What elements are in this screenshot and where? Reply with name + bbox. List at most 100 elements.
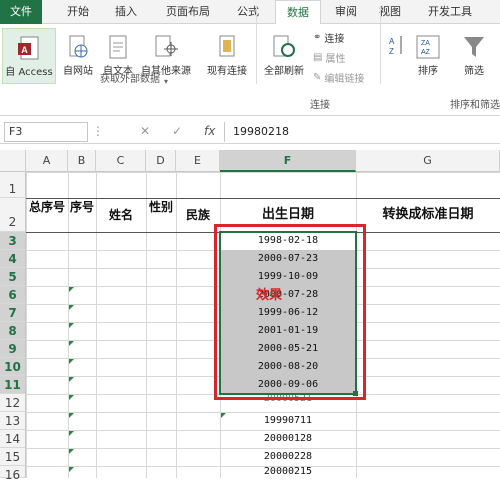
filter-label: 筛选 [464, 66, 484, 77]
tab-formulas[interactable]: 公式 [228, 0, 268, 24]
connections-label: 连接 [324, 34, 345, 45]
tab-page-layout[interactable]: 页面布局 [156, 0, 220, 24]
tab-home[interactable]: 开始 [58, 0, 98, 24]
column-header-e[interactable]: E [176, 150, 220, 172]
refresh-icon [273, 35, 295, 57]
edit-links-label: 编辑链接 [324, 74, 365, 85]
header-total-serial: 总序号 [28, 200, 65, 214]
raw-date-cell[interactable]: 19990711 [220, 412, 356, 430]
tab-insert[interactable]: 插入 [106, 0, 146, 24]
column-header-f[interactable]: F [220, 150, 356, 172]
row-header-5[interactable]: 5 [0, 268, 26, 286]
grid-column-line [26, 172, 27, 478]
more-icon: ⋮ [92, 124, 104, 138]
header-serial: 序号 [69, 200, 94, 214]
error-indicator-icon [69, 431, 74, 436]
error-indicator-icon [221, 413, 226, 418]
row-header-12[interactable]: 12 [0, 394, 26, 412]
error-indicator-icon [69, 341, 74, 346]
raw-date-cell[interactable]: 20000228 [220, 448, 356, 466]
tab-view[interactable]: 视图 [370, 0, 410, 24]
column-header-a[interactable]: A [26, 150, 68, 172]
row-header-2[interactable]: 2 [0, 198, 26, 232]
access-icon: A [18, 36, 39, 60]
svg-text:ZA: ZA [421, 40, 430, 47]
error-indicator-icon [69, 305, 74, 310]
column-header-c[interactable]: C [96, 150, 146, 172]
insert-function-icon[interactable]: fx [204, 124, 215, 138]
properties-button[interactable]: ▤ 属性 [313, 50, 345, 65]
svg-text:Z: Z [389, 47, 394, 56]
svg-text:A: A [389, 37, 395, 46]
tab-data[interactable]: 数据 [275, 0, 321, 25]
tab-file[interactable]: 文件 [0, 0, 42, 24]
ribbon-separator [380, 6, 381, 84]
other-sources-icon [155, 35, 178, 57]
filter-button[interactable]: 筛选 [454, 28, 494, 84]
sort-az-icon: A Z [389, 36, 402, 56]
annotation-label: 效果 [256, 288, 283, 303]
refresh-all-label: 全部刷新 [264, 66, 304, 77]
name-box[interactable]: F3 [4, 122, 88, 142]
sort-button[interactable]: ZA AZ 排序 [412, 28, 444, 84]
existing-connections-icon [219, 35, 235, 57]
edit-links-icon: ✎ [313, 72, 322, 83]
tab-review[interactable]: 审阅 [326, 0, 366, 24]
properties-icon: ▤ [313, 52, 323, 63]
error-indicator-icon [69, 449, 74, 454]
ribbon-separator [256, 6, 257, 84]
row-header-14[interactable]: 14 [0, 430, 26, 448]
column-header-d[interactable]: D [146, 150, 176, 172]
formula-input[interactable]: 19980218 [224, 122, 500, 142]
error-indicator-icon [69, 359, 74, 364]
row-header-11[interactable]: 11 [0, 376, 26, 394]
raw-date-cell[interactable]: 20000215 [220, 466, 356, 478]
tab-developer[interactable]: 开发工具 [418, 0, 482, 24]
raw-date-cell[interactable]: 20000128 [220, 430, 356, 448]
row-header-10[interactable]: 10 [0, 358, 26, 376]
sort-filter-group-label: 排序和筛选 [450, 100, 500, 111]
sort-label: 排序 [418, 66, 438, 77]
row-header-3[interactable]: 3 [0, 232, 26, 250]
svg-text:AZ: AZ [421, 49, 431, 56]
connections-button[interactable]: ⚭ 连接 [313, 30, 344, 45]
text-file-icon [109, 35, 127, 59]
header-ethnicity: 民族 [185, 208, 210, 222]
refresh-all-button[interactable]: 全部刷新 [260, 28, 308, 84]
edit-links-button[interactable]: ✎ 编辑链接 [313, 70, 364, 85]
row-header-9[interactable]: 9 [0, 340, 26, 358]
row-header-13[interactable]: 13 [0, 412, 26, 430]
grid-column-line [146, 172, 147, 478]
select-all-corner[interactable] [0, 150, 26, 172]
error-indicator-icon [69, 287, 74, 292]
enter-icon[interactable]: ✓ [172, 124, 182, 138]
annotation-box [214, 224, 366, 400]
column-header-g[interactable]: G [356, 150, 500, 172]
row-header-4[interactable]: 4 [0, 250, 26, 268]
header-border-line [26, 198, 500, 199]
row-header-8[interactable]: 8 [0, 322, 26, 340]
row-header-16[interactable]: 16 [0, 466, 26, 482]
sort-ascending-button[interactable]: A Z [386, 30, 408, 80]
header-standard-date: 转换成标准日期 [382, 207, 474, 222]
error-indicator-icon [69, 377, 74, 382]
header-birth-date: 出生日期 [261, 207, 314, 222]
error-indicator-icon [69, 413, 74, 418]
header-name: 姓名 [108, 208, 133, 222]
row-header-6[interactable]: 6 [0, 286, 26, 304]
column-header-b[interactable]: B [68, 150, 96, 172]
properties-label: 属性 [325, 54, 346, 65]
web-icon [69, 35, 88, 58]
get-external-data-group-label: 获取外部数据 [100, 74, 160, 85]
header-gender: 性别 [148, 200, 173, 214]
row-header-7[interactable]: 7 [0, 304, 26, 322]
svg-text:A: A [21, 45, 28, 55]
error-indicator-icon [69, 395, 74, 400]
connections-group-label: 连接 [310, 100, 330, 111]
sort-icon: ZA AZ [416, 35, 440, 59]
cancel-icon[interactable]: ✕ [140, 124, 150, 138]
row-header-15[interactable]: 15 [0, 448, 26, 466]
grid-row-line [26, 172, 500, 173]
error-indicator-icon [69, 467, 74, 472]
row-header-1[interactable]: 1 [0, 172, 26, 198]
